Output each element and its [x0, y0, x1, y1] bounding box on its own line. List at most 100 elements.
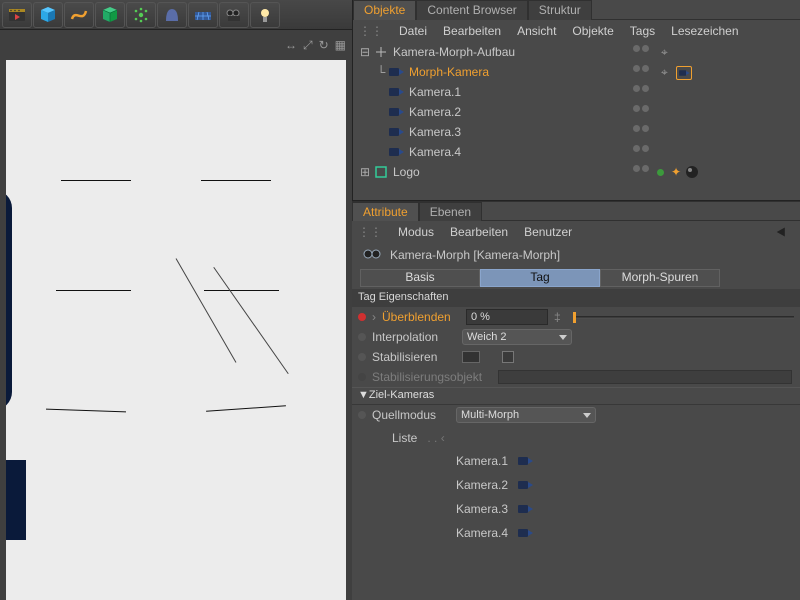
camera-icon [518, 528, 536, 538]
tool-camera[interactable] [219, 2, 249, 28]
object-tree[interactable]: ⊟ Kamera-Morph-Aufbau ⌖ └ Morph-Kamera ⌖ Kamer… [353, 42, 800, 182]
vp-zoom-icon[interactable]: ⤢ [303, 38, 313, 53]
seg-tag[interactable]: Tag [480, 269, 600, 287]
visibility-dots[interactable] [633, 145, 649, 152]
attr-menu-modus[interactable]: Modus [398, 225, 434, 239]
tab-ebenen[interactable]: Ebenen [419, 202, 482, 222]
camera-icon [518, 480, 536, 490]
vp-view-icon[interactable]: ▦ [335, 38, 346, 53]
list-item[interactable]: Kamera.1 [448, 449, 648, 473]
camera-icon [389, 85, 405, 99]
checkbox-stabilisieren[interactable] [502, 351, 514, 363]
object-label[interactable]: Kamera.3 [409, 125, 461, 139]
tool-movie[interactable] [2, 2, 32, 28]
tree-row[interactable]: Kamera.2 [353, 102, 800, 122]
object-label[interactable]: Kamera.4 [409, 145, 461, 159]
tool-deformer[interactable] [157, 2, 187, 28]
group-ziel-kameras[interactable]: ▼Ziel-Kameras [352, 387, 800, 405]
twist-icon[interactable]: ⊞ [359, 165, 371, 179]
seg-basis[interactable]: Basis [360, 269, 480, 287]
list-item[interactable]: Kamera.4 [448, 521, 648, 545]
visibility-dots[interactable] [633, 85, 649, 92]
anim-dot-icon[interactable] [358, 313, 366, 321]
link-stabilisierungsobjekt[interactable] [498, 370, 792, 384]
tab-content-browser[interactable]: Content Browser [416, 0, 527, 20]
tree-row[interactable]: Kamera.3 [353, 122, 800, 142]
tree-row[interactable]: ⊟ Kamera-Morph-Aufbau ⌖ [353, 42, 800, 62]
tree-row[interactable]: ⊞ Logo ✦ [353, 162, 800, 182]
tool-generator[interactable] [95, 2, 125, 28]
menu-bearbeiten[interactable]: Bearbeiten [443, 24, 501, 38]
viewport-canvas[interactable] [6, 60, 346, 600]
prop-quellmodus: Quellmodus Multi-Morph [352, 405, 800, 425]
vp-pan-icon[interactable]: ↔ [285, 38, 297, 53]
anim-dot-icon[interactable] [358, 411, 366, 419]
tool-spline[interactable] [64, 2, 94, 28]
menu-handle-icon[interactable]: ⋮⋮ [358, 225, 382, 239]
seg-morph-spuren[interactable]: Morph-Spuren [600, 269, 720, 287]
anim-dot-icon [358, 373, 366, 381]
tool-light[interactable] [250, 2, 280, 28]
tag-icon[interactable]: ✦ [671, 165, 681, 179]
attribute-manager: Attribute Ebenen ⋮⋮ Modus Bearbeiten Ben… [352, 200, 800, 600]
attr-menu-bearbeiten[interactable]: Bearbeiten [450, 225, 508, 239]
menu-tags[interactable]: Tags [630, 24, 655, 38]
twist-icon[interactable]: └ [375, 65, 387, 79]
label-stabilisieren: Stabilisieren [372, 350, 456, 364]
swatch-stabilisieren[interactable] [462, 351, 480, 363]
twist-icon[interactable]: ⊟ [359, 45, 371, 59]
camera-morph-tag-icon[interactable] [676, 66, 692, 80]
tree-row[interactable]: Kamera.1 [353, 82, 800, 102]
menu-objekte[interactable]: Objekte [572, 24, 613, 38]
menu-ansicht[interactable]: Ansicht [517, 24, 556, 38]
viewport-nav-tools: ↔ ⤢ ↻ ▦ [285, 38, 346, 53]
object-label[interactable]: Kamera.2 [409, 105, 461, 119]
visibility-dots[interactable] [633, 125, 649, 132]
select-quellmodus[interactable]: Multi-Morph [456, 407, 596, 423]
object-label[interactable]: Kamera-Morph-Aufbau [393, 45, 515, 59]
tool-particles[interactable] [126, 2, 156, 28]
prop-liste: Liste . . ‹ [352, 431, 800, 445]
tab-objekte[interactable]: Objekte [353, 0, 416, 20]
object-label[interactable]: Kamera.1 [409, 85, 461, 99]
visibility-dots[interactable] [633, 105, 649, 112]
menu-datei[interactable]: Datei [399, 24, 427, 38]
tab-attribute[interactable]: Attribute [352, 202, 419, 222]
input-ueberblenden[interactable] [466, 309, 548, 325]
null-icon [373, 45, 389, 59]
attr-menu-benutzer[interactable]: Benutzer [524, 225, 572, 239]
object-label[interactable]: Morph-Kamera [409, 65, 489, 79]
attr-title-row: Kamera-Morph [Kamera-Morph] [352, 243, 800, 267]
tree-row[interactable]: └ Morph-Kamera ⌖ [353, 62, 800, 82]
anim-dot-icon[interactable] [358, 353, 366, 361]
menu-handle-icon[interactable]: ⋮⋮ [359, 24, 383, 38]
target-icon[interactable]: ⌖ [661, 65, 668, 80]
camera-icon [389, 105, 405, 119]
target-icon[interactable]: ⌖ [661, 45, 668, 60]
anim-dot-icon[interactable] [358, 333, 366, 341]
list-item-label: Kamera.2 [456, 478, 508, 492]
visibility-dots[interactable]: ⌖ [633, 45, 672, 60]
tree-row[interactable]: Kamera.4 [353, 142, 800, 162]
history-back-icon[interactable] [774, 225, 792, 242]
menu-lesezeichen[interactable]: Lesezeichen [671, 24, 738, 38]
tool-grid[interactable] [188, 2, 218, 28]
list-item[interactable]: Kamera.2 [448, 473, 648, 497]
tool-cube[interactable] [33, 2, 63, 28]
tab-struktur[interactable]: Struktur [528, 0, 592, 20]
object-label[interactable]: Logo [393, 165, 420, 179]
viewport[interactable]: ↔ ⤢ ↻ ▦ [0, 30, 352, 600]
select-interpolation[interactable]: Weich 2 [462, 329, 572, 345]
material-icon[interactable] [685, 165, 699, 179]
object-menu: ⋮⋮ Datei Bearbeiten Ansicht Objekte Tags… [353, 20, 800, 42]
camera-icon [389, 65, 405, 79]
list-item[interactable]: Kamera.3 [448, 497, 648, 521]
visibility-dots[interactable]: ✦ [633, 165, 699, 179]
label-interpolation: Interpolation [372, 330, 456, 344]
camera-icon [389, 145, 405, 159]
camera-morph-icon [362, 247, 382, 264]
vp-orbit-icon[interactable]: ↻ [319, 38, 329, 53]
camera-icon [518, 456, 536, 466]
visibility-dots[interactable]: ⌖ [633, 65, 692, 80]
camera-list[interactable]: Kamera.1 Kamera.2 Kamera.3Kamera.4 [448, 449, 648, 545]
